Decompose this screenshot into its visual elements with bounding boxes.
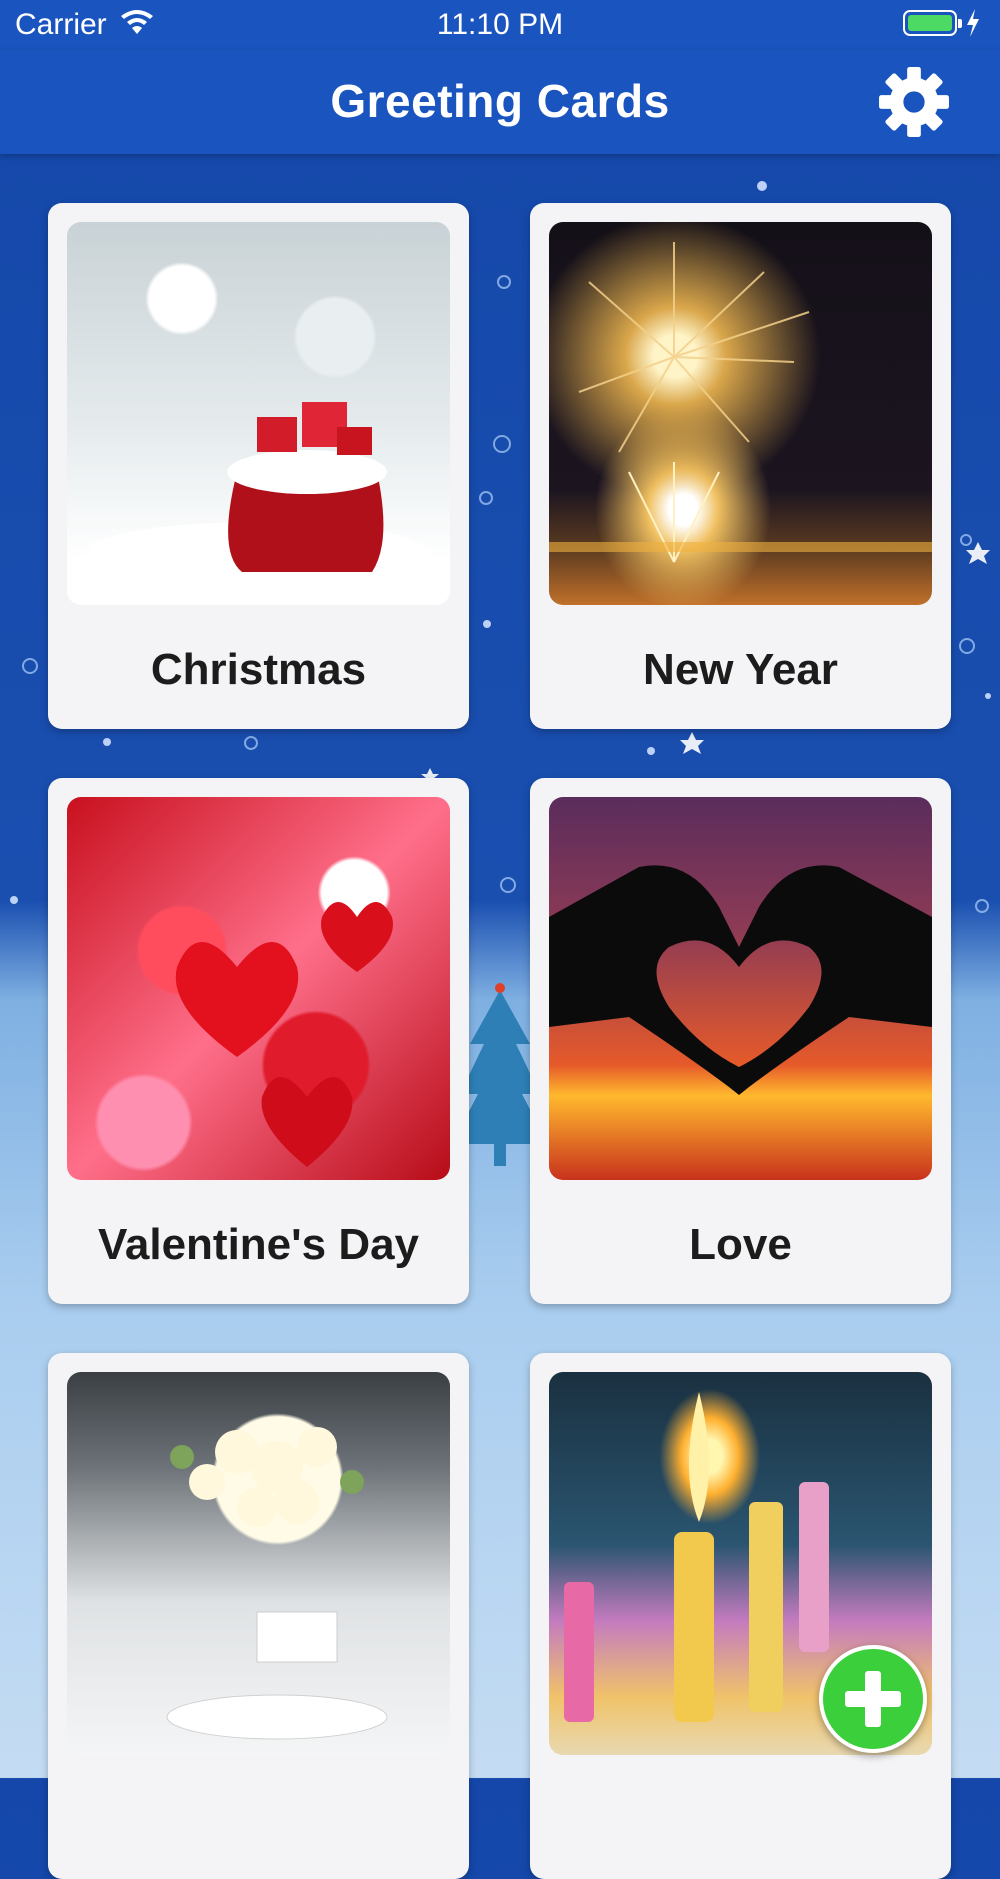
card-love[interactable]: Love (530, 778, 951, 1304)
card-birthday[interactable] (530, 1353, 951, 1879)
card-new-year[interactable]: New Year (530, 203, 951, 729)
card-label: Christmas (150, 645, 367, 694)
card-label: New Year (643, 645, 838, 694)
christmas-image (67, 222, 450, 605)
card-wedding[interactable] (48, 1353, 469, 1879)
page-title: Greeting Cards (330, 75, 670, 127)
gear-icon[interactable] (876, 64, 952, 140)
valentines-day-image (67, 797, 450, 1180)
card-label: Valentine's Day (97, 1220, 420, 1269)
new-year-image (549, 222, 932, 605)
love-image (549, 797, 932, 1180)
add-button[interactable] (819, 1645, 927, 1753)
wedding-image (67, 1372, 450, 1755)
charging-icon (967, 9, 979, 37)
nav-bar: Greeting Cards (0, 50, 1000, 154)
card-valentines-day[interactable]: Valentine's Day (48, 778, 469, 1304)
battery-icon (903, 10, 962, 36)
status-bar: Carrier 11:10 PM (0, 0, 1000, 50)
card-christmas[interactable]: Christmas (48, 203, 469, 729)
card-label: Love (689, 1220, 792, 1269)
time-label: 11:10 PM (436, 8, 564, 41)
